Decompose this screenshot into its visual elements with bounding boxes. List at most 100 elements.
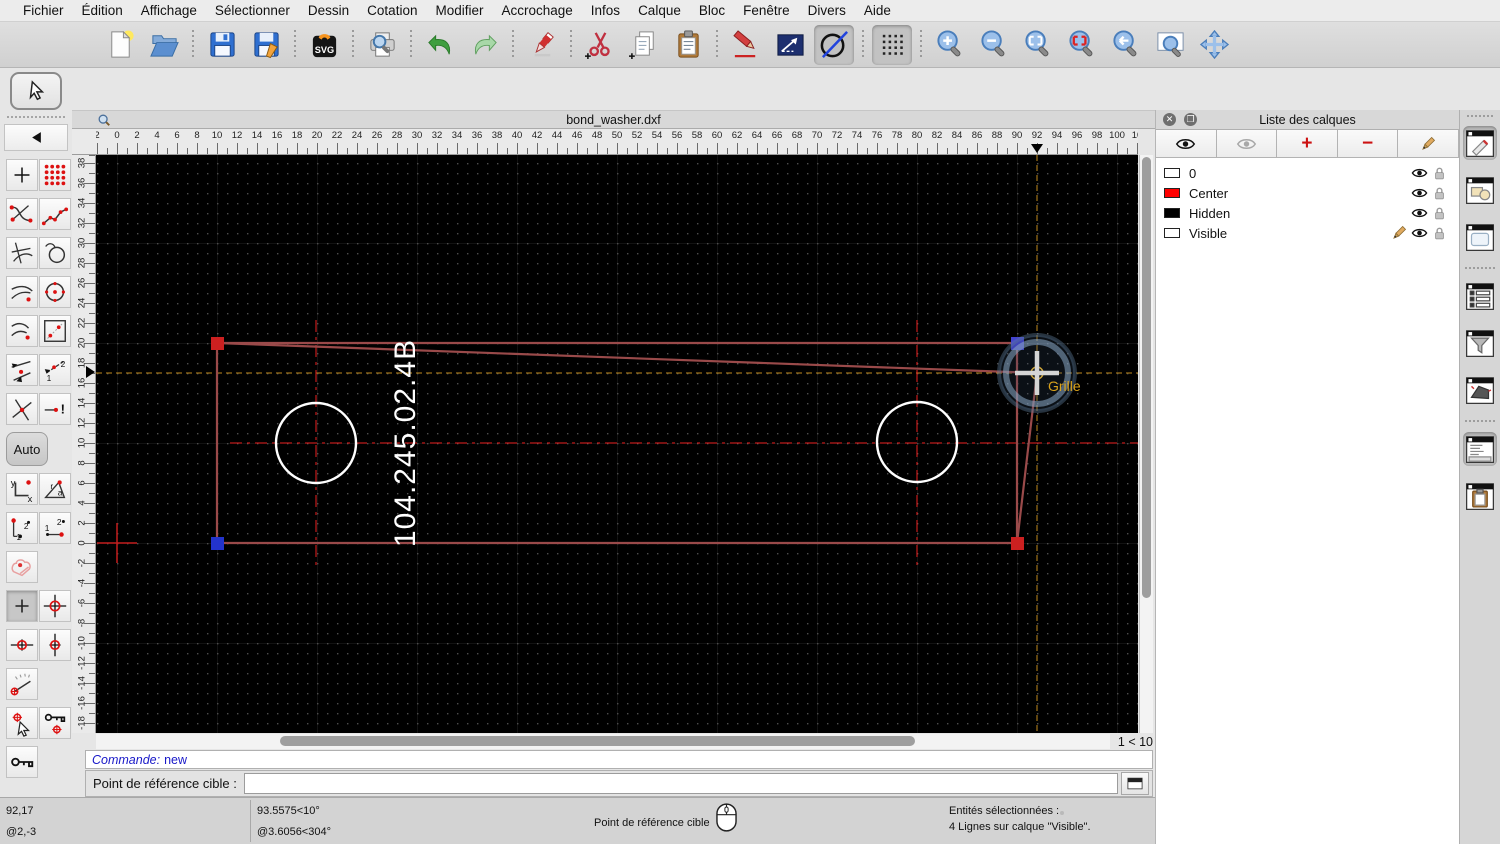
- snap-horizontal-button[interactable]: [6, 629, 38, 661]
- command-options-button[interactable]: [1121, 772, 1149, 795]
- save-as-button[interactable]: [246, 25, 286, 65]
- part-number-text[interactable]: 104.245.02.4B: [389, 339, 422, 547]
- zoom-previous-button[interactable]: [1106, 25, 1146, 65]
- layer-visibility-icon[interactable]: [1409, 207, 1429, 219]
- menu-calque[interactable]: Calque: [629, 3, 690, 18]
- draw-circle-line-button[interactable]: [814, 24, 854, 65]
- draw-arc-tangent-button[interactable]: [6, 276, 38, 308]
- line-attributes-button[interactable]: [770, 25, 810, 65]
- drawing-window-titlebar[interactable]: bond_washer.dxf: [72, 110, 1155, 129]
- menu-accrochage[interactable]: Accrochage: [492, 3, 581, 18]
- window-zoom-icon[interactable]: [97, 113, 111, 130]
- selection-shape-button[interactable]: [6, 551, 38, 583]
- draw-rect-points-button[interactable]: [39, 315, 71, 347]
- pen-button[interactable]: [726, 25, 766, 65]
- zoom-out-button[interactable]: [974, 25, 1014, 65]
- snap-vertical-button[interactable]: [39, 629, 71, 661]
- menu-divers[interactable]: Divers: [799, 3, 855, 18]
- snap-on-entity-button[interactable]: !: [39, 393, 71, 425]
- zoom-pan-button[interactable]: [1194, 25, 1234, 65]
- dock-float-button[interactable]: ❐: [1184, 113, 1197, 126]
- draw-polyline-points-button[interactable]: [39, 198, 71, 230]
- draw-spline-points-button[interactable]: [6, 198, 38, 230]
- layer-dock-titlebar[interactable]: ✕ ❐ Liste des calques: [1156, 110, 1459, 130]
- snap-free-button[interactable]: [6, 590, 38, 622]
- command-history[interactable]: Commande: new: [85, 750, 1153, 769]
- menu-affichage[interactable]: Affichage: [132, 3, 206, 18]
- selection-pointer-button[interactable]: [10, 72, 62, 110]
- export-svg-button[interactable]: SVG: [304, 25, 344, 65]
- edit-layer-button[interactable]: [1398, 130, 1459, 157]
- delete-button[interactable]: [522, 25, 562, 65]
- snap-distance-points-button[interactable]: 12: [39, 354, 71, 386]
- snap-center-button[interactable]: [39, 590, 71, 622]
- lock-relative-zero-button[interactable]: [6, 746, 38, 778]
- dock-pen-properties-toggle-button[interactable]: [1463, 126, 1497, 160]
- grid-toggle-button[interactable]: [872, 24, 912, 65]
- dock-library-browser-toggle-button[interactable]: [1463, 279, 1497, 313]
- menu-selectionner[interactable]: Sélectionner: [206, 3, 299, 18]
- save-button[interactable]: [202, 25, 242, 65]
- layer-lock-icon[interactable]: [1429, 166, 1449, 180]
- zoom-window-button[interactable]: [1150, 25, 1190, 65]
- layer-row[interactable]: Hidden: [1156, 203, 1459, 223]
- horizontal-scroll-thumb[interactable]: [280, 736, 915, 746]
- strip-drag-handle[interactable]: [1467, 115, 1493, 117]
- show-all-layers-button[interactable]: [1156, 130, 1217, 157]
- layer-visibility-icon[interactable]: [1409, 227, 1429, 239]
- snap-two-points-button[interactable]: [6, 354, 38, 386]
- back-button[interactable]: [4, 124, 68, 151]
- panel-drag-handle[interactable]: [7, 116, 65, 118]
- remove-layer-button[interactable]: −: [1337, 130, 1399, 157]
- layer-visibility-icon[interactable]: [1409, 167, 1429, 179]
- layer-row[interactable]: Center: [1156, 183, 1459, 203]
- layer-lock-icon[interactable]: [1429, 186, 1449, 200]
- menu-bloc[interactable]: Bloc: [690, 3, 734, 18]
- menu-fenetre[interactable]: Fenêtre: [734, 3, 799, 18]
- copy-button[interactable]: [624, 25, 664, 65]
- undo-button[interactable]: [420, 25, 460, 65]
- menu-fichier[interactable]: Fichier: [14, 3, 73, 18]
- layer-row[interactable]: 0: [1156, 163, 1459, 183]
- draw-circle-center-button[interactable]: [39, 276, 71, 308]
- draw-arcs-button[interactable]: [6, 315, 38, 347]
- vertical-scrollbar[interactable]: [1139, 155, 1153, 733]
- coord-cartesian-button[interactable]: yx: [6, 473, 38, 505]
- open-file-button[interactable]: [144, 25, 184, 65]
- paste-button[interactable]: [668, 25, 708, 65]
- cut-button[interactable]: [580, 25, 620, 65]
- menu-aide[interactable]: Aide: [855, 3, 900, 18]
- menu-dessin[interactable]: Dessin: [299, 3, 358, 18]
- snap-intersection-button[interactable]: [6, 393, 38, 425]
- draw-points-grid-button[interactable]: [39, 159, 71, 191]
- hide-all-layers-button[interactable]: [1216, 130, 1278, 157]
- dock-close-button[interactable]: ✕: [1163, 113, 1176, 126]
- add-layer-button[interactable]: +: [1277, 130, 1338, 157]
- zoom-auto-button[interactable]: [1018, 25, 1058, 65]
- command-input[interactable]: [243, 773, 1118, 794]
- zoom-in-button[interactable]: [930, 25, 970, 65]
- layer-lock-icon[interactable]: [1429, 226, 1449, 240]
- draw-circle-2p-button[interactable]: [39, 237, 71, 269]
- snap-auto-button[interactable]: Auto: [6, 432, 48, 466]
- layer-row[interactable]: Visible: [1156, 223, 1459, 243]
- snap-angle-button[interactable]: [6, 668, 38, 700]
- drawing-canvas[interactable]: 104.245.02.4B Grille: [96, 155, 1138, 733]
- dock-command-line-toggle-button[interactable]: [1463, 432, 1497, 466]
- dock-clipboard-toggle-button[interactable]: [1463, 479, 1497, 513]
- rel-polar-button[interactable]: 12: [39, 512, 71, 544]
- vertical-scroll-thumb[interactable]: [1142, 157, 1151, 598]
- menu-cotation[interactable]: Cotation: [358, 3, 426, 18]
- redo-button[interactable]: [464, 25, 504, 65]
- draw-point-button[interactable]: [6, 159, 38, 191]
- zoom-selected-button[interactable]: [1062, 25, 1102, 65]
- menu-modifier[interactable]: Modifier: [426, 3, 492, 18]
- dock-block-list-toggle-button[interactable]: [1463, 173, 1497, 207]
- menu-edition[interactable]: Édition: [73, 3, 132, 18]
- horizontal-scrollbar[interactable]: [96, 734, 1110, 749]
- snap-entity-cursor-button[interactable]: [6, 707, 38, 739]
- dock-selection-filter-toggle-button[interactable]: [1463, 326, 1497, 360]
- layer-visibility-icon[interactable]: [1409, 187, 1429, 199]
- coord-polar-button[interactable]: ra: [39, 473, 71, 505]
- new-file-button[interactable]: [100, 25, 140, 65]
